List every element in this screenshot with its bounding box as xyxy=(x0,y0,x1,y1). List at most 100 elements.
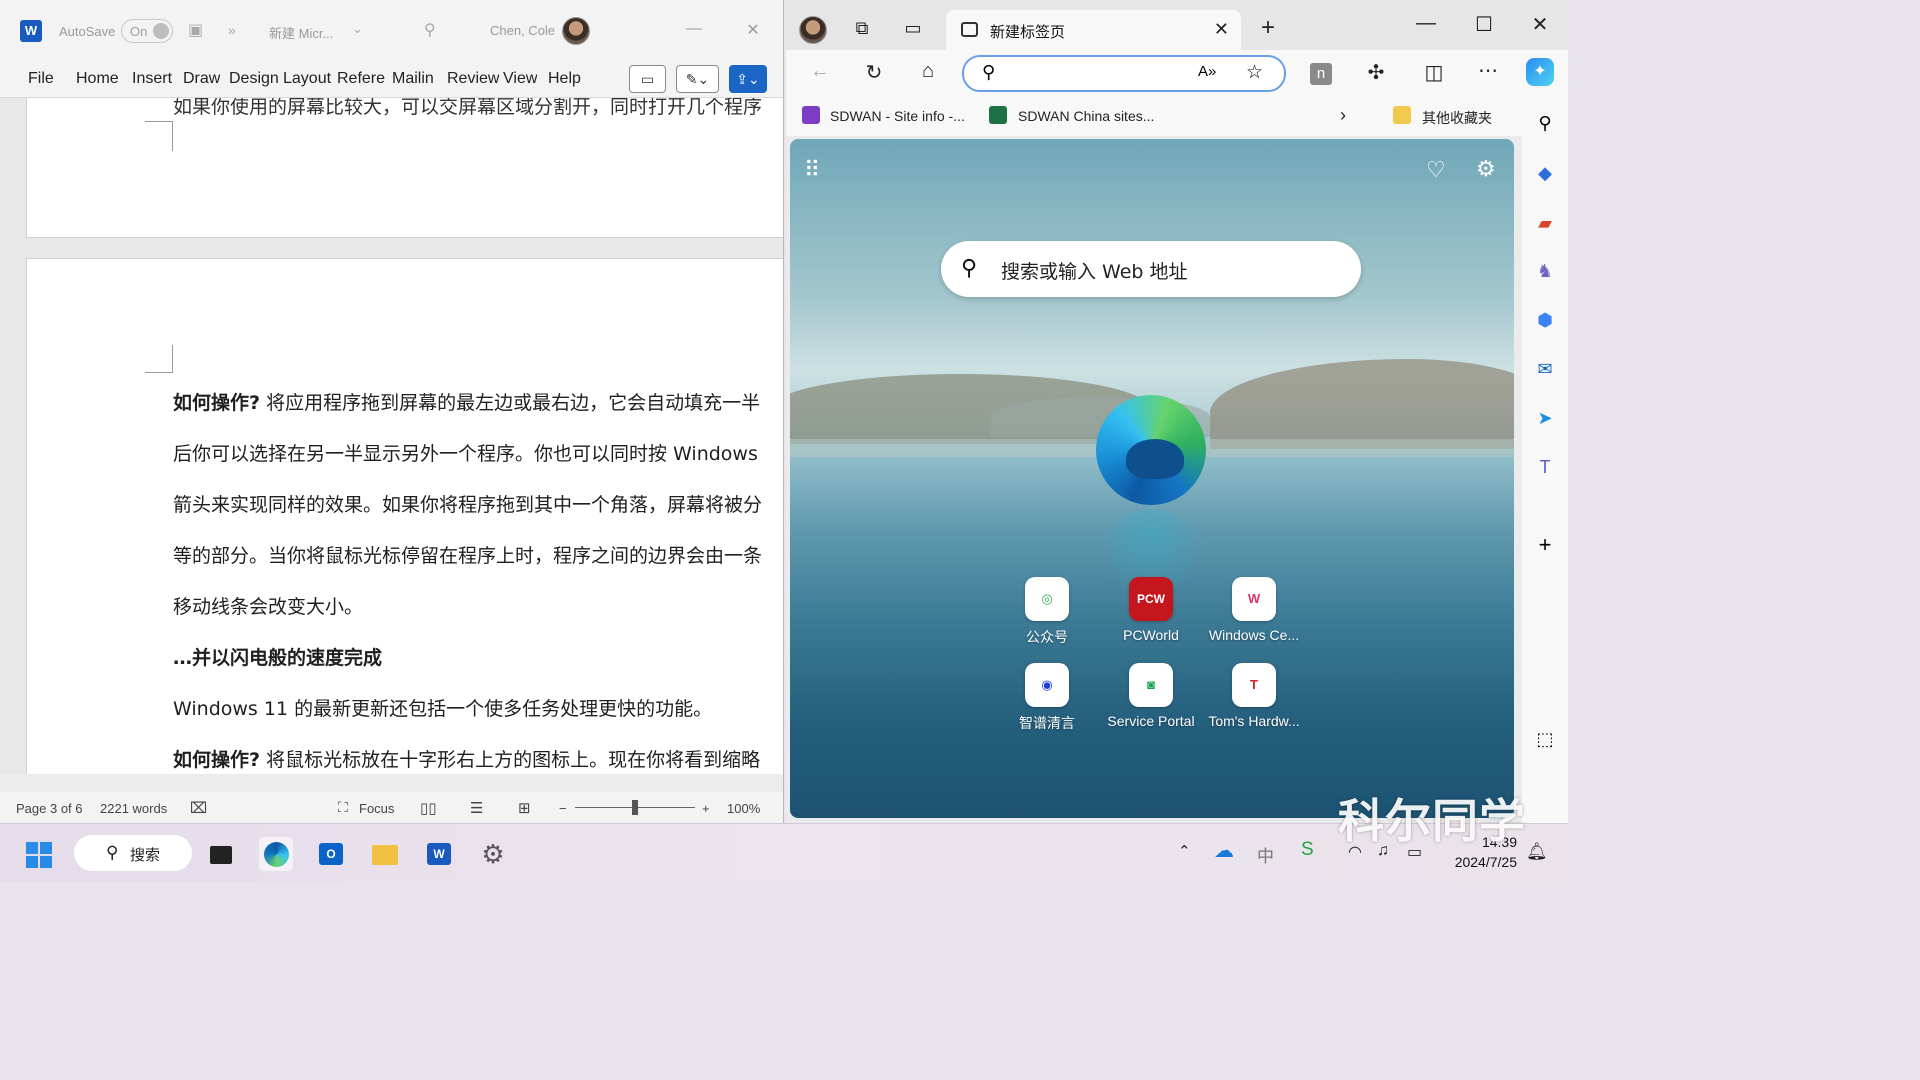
quicklink-tile[interactable]: ◎ 公众号 xyxy=(997,577,1097,647)
split-screen-icon[interactable]: ◫ xyxy=(1422,60,1446,85)
maximize-icon[interactable]: ☐ xyxy=(1472,12,1496,37)
chevron-up-icon[interactable]: ⌃ xyxy=(1178,842,1191,860)
document-name[interactable]: 新建 Micr... xyxy=(269,23,333,42)
more-commands-icon[interactable]: » xyxy=(228,22,236,38)
tab-view[interactable]: View xyxy=(503,70,537,88)
quicklink-tile[interactable]: ◙ Service Portal xyxy=(1101,663,1201,729)
file-explorer-icon[interactable] xyxy=(368,837,402,871)
new-tab-plus-icon[interactable]: + xyxy=(1256,14,1280,42)
quicklink-tile[interactable]: PCW PCWorld xyxy=(1101,577,1201,643)
close-icon[interactable]: ✕ xyxy=(743,20,763,40)
screenshot-icon[interactable]: ⬚ xyxy=(1533,727,1557,751)
onedrive-icon[interactable]: ☁ xyxy=(1214,838,1234,863)
games-icon[interactable]: ♞ xyxy=(1533,259,1557,283)
tab-draw[interactable]: Draw xyxy=(183,70,220,88)
outlook-icon[interactable]: ✉ xyxy=(1533,357,1557,381)
start-windows-icon[interactable] xyxy=(22,837,56,871)
proofing-icon[interactable]: ⌧ xyxy=(190,799,207,817)
outlook-taskbar-icon[interactable]: O xyxy=(314,837,348,871)
taskbar-search[interactable]: ⚲ 搜索 xyxy=(74,835,192,871)
minimize-icon[interactable]: — xyxy=(1414,12,1438,35)
favorite-sdwan-china-sites[interactable]: SDWAN China sites... xyxy=(1018,108,1154,124)
refresh-icon[interactable]: ↻ xyxy=(862,60,886,85)
close-tab-icon[interactable]: ✕ xyxy=(1214,19,1229,40)
workspaces-icon[interactable]: ⧉ xyxy=(850,18,874,39)
tab-file[interactable]: File xyxy=(28,70,54,88)
rewards-icon[interactable]: ♡ xyxy=(1426,157,1446,183)
zoom-level[interactable]: 100% xyxy=(727,801,760,816)
quicklink-tile[interactable]: W Windows Ce... xyxy=(1204,577,1304,643)
tab-home[interactable]: Home xyxy=(76,70,119,88)
tab-references[interactable]: Referer xyxy=(337,70,385,88)
read-mode-icon[interactable]: ▯▯ xyxy=(420,799,437,817)
document-canvas[interactable]: 如果你使用的屏幕比较大，可以交屏幕区域分割开，同时打开几个程序 如何操作? 将应… xyxy=(0,98,783,774)
home-icon[interactable]: ⌂ xyxy=(916,60,940,83)
notification-bell-icon[interactable]: 🔔︎ xyxy=(1526,842,1548,862)
tab-new-tab[interactable]: 新建标签页 ✕ xyxy=(946,10,1241,50)
page-count[interactable]: Page 3 of 6 xyxy=(16,801,83,816)
back-icon[interactable]: ← xyxy=(808,60,832,83)
app-launcher-icon[interactable]: ⠿ xyxy=(804,157,820,183)
tab-actions-icon[interactable]: ▭ xyxy=(901,18,925,39)
settings-gear-icon[interactable]: ⚙ xyxy=(1476,156,1496,182)
search-icon: ⚲ xyxy=(106,843,119,862)
read-aloud-icon[interactable]: A» xyxy=(1198,63,1216,80)
address-bar[interactable]: ⚲ A» ☆ xyxy=(962,55,1286,92)
user-name[interactable]: Chen, Cole xyxy=(490,23,555,38)
teams-icon[interactable]: T xyxy=(1533,455,1557,479)
task-view-icon[interactable] xyxy=(204,837,238,871)
send-icon[interactable]: ➤ xyxy=(1533,406,1557,430)
web-layout-icon[interactable]: ⊞ xyxy=(518,799,531,817)
ntp-search-box[interactable]: ⚲ 搜索或输入 Web 地址 xyxy=(941,241,1361,297)
microsoft365-icon[interactable]: ⬢ xyxy=(1533,308,1557,332)
more-menu-icon[interactable]: ⋯ xyxy=(1476,58,1500,83)
share-button[interactable]: ⇪⌄ xyxy=(729,65,767,93)
focus-icon[interactable]: ⛶ xyxy=(338,799,348,816)
other-favorites[interactable]: 其他收藏夹 xyxy=(1422,108,1492,128)
tab-review[interactable]: Review xyxy=(447,70,499,88)
quicklink-tile[interactable]: T Tom's Hardw... xyxy=(1204,663,1304,729)
profile-avatar[interactable] xyxy=(799,16,827,44)
settings-gear-icon[interactable]: ⚙ xyxy=(476,837,510,871)
autosave-toggle[interactable]: On xyxy=(121,19,173,43)
word-count[interactable]: 2221 words xyxy=(100,801,167,816)
add-sidebar-app-icon[interactable]: + xyxy=(1533,533,1557,557)
focus-label[interactable]: Focus xyxy=(359,801,394,816)
pcworld-icon: PCW xyxy=(1129,577,1173,621)
chevron-down-icon[interactable]: ⌄ xyxy=(352,21,363,37)
avatar[interactable] xyxy=(562,17,590,45)
zoom-slider-knob[interactable] xyxy=(632,800,638,815)
margin-corner xyxy=(145,121,173,151)
tab-design[interactable]: Design xyxy=(229,70,279,88)
comments-button[interactable]: ▭ xyxy=(629,65,666,93)
tab-insert[interactable]: Insert xyxy=(132,70,172,88)
minimize-icon[interactable]: — xyxy=(684,20,704,38)
search-icon[interactable]: ⚲ xyxy=(1533,111,1557,135)
horizontal-scrollbar[interactable] xyxy=(0,774,783,792)
extensions-icon[interactable]: ✣ xyxy=(1364,60,1388,85)
app-tray-icon[interactable]: S xyxy=(1301,839,1314,861)
tools-icon[interactable]: ▰ xyxy=(1533,211,1557,235)
ime-indicator[interactable]: 中 xyxy=(1257,842,1274,867)
save-icon[interactable]: ▣ xyxy=(188,20,203,40)
search-icon: ⚲ xyxy=(961,255,978,280)
tab-mailings[interactable]: Mailin xyxy=(392,70,440,88)
copilot-icon[interactable]: ✦ xyxy=(1526,58,1554,86)
search-icon[interactable]: ⚲ xyxy=(424,20,436,40)
zoom-in-icon[interactable]: + xyxy=(702,801,710,816)
close-icon[interactable]: ✕ xyxy=(1528,12,1552,37)
tab-layout[interactable]: Layout xyxy=(283,70,331,88)
paragraph-line: 箭头来实现同样的效果。如果你将程序拖到其中一个角落，屏幕将被分 xyxy=(173,494,763,516)
zoom-out-icon[interactable]: − xyxy=(559,801,567,816)
quicklink-tile[interactable]: ◉ 智谱清言 xyxy=(997,663,1097,733)
tab-help[interactable]: Help xyxy=(548,70,581,88)
edge-taskbar-icon[interactable] xyxy=(259,837,293,871)
print-layout-icon[interactable]: ☰ xyxy=(470,799,483,817)
editing-pen-button[interactable]: ✎⌄ xyxy=(676,65,719,93)
favorite-sdwan-site-info[interactable]: SDWAN - Site info -... xyxy=(830,108,965,124)
extension-n-icon[interactable]: n xyxy=(1310,63,1332,85)
favorites-overflow-icon[interactable]: › xyxy=(1340,105,1346,126)
favorite-star-icon[interactable]: ☆ xyxy=(1246,61,1263,84)
word-taskbar-icon[interactable]: W xyxy=(422,837,456,871)
shopping-tag-icon[interactable]: ◆ xyxy=(1533,161,1557,185)
